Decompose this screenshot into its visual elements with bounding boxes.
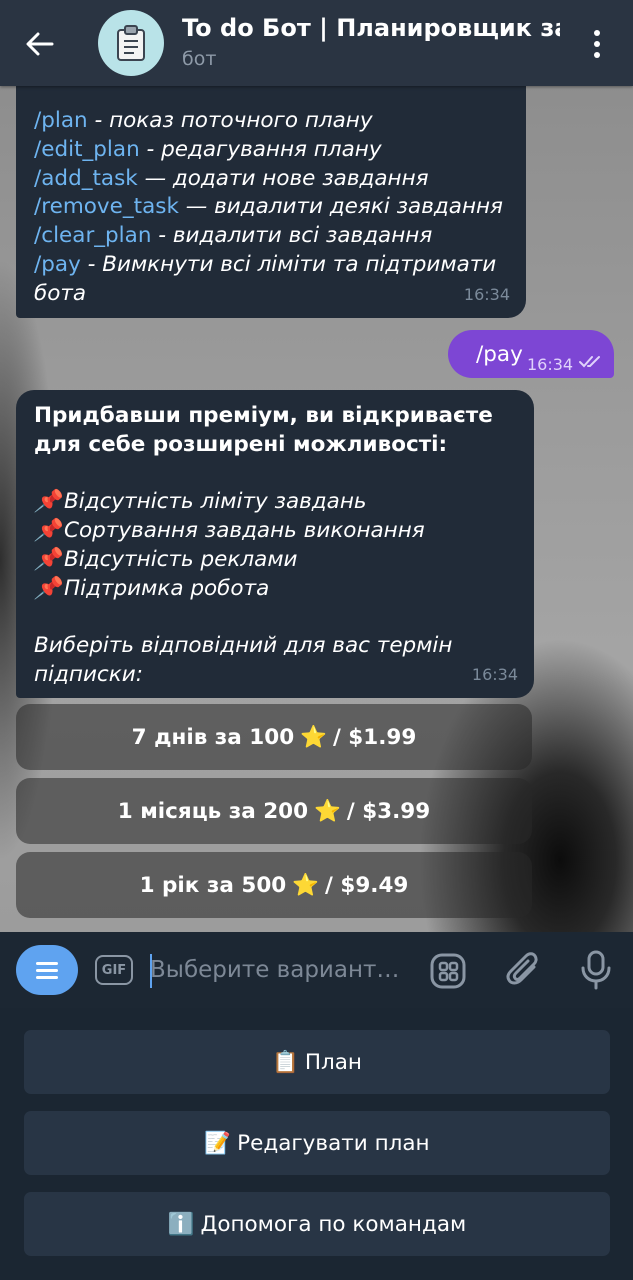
feature-item: 📌 Відсутність реклами <box>34 546 518 575</box>
star-icon: ⭐ <box>292 872 320 898</box>
memo-icon: 📝 <box>204 1130 232 1156</box>
menu-line <box>36 961 58 965</box>
plan-1-year-button[interactable]: 1 рік за 500 ⭐ / $9.49 <box>16 852 532 918</box>
pushpin-icon: 📌 <box>34 489 61 515</box>
menu-line <box>36 975 58 979</box>
dot <box>594 30 600 36</box>
dot <box>594 41 600 47</box>
message-text: /pay <box>476 342 523 367</box>
command-line-continuation: бота <box>34 280 87 306</box>
gif-icon[interactable]: GIF <box>95 955 133 985</box>
pushpin-icon: 📌 <box>34 575 61 601</box>
feature-item: 📌 Сортування завдань виконання <box>34 517 518 546</box>
chat-subtitle: бот <box>182 48 217 70</box>
message-outgoing-pay: /pay 16:34 <box>448 330 614 378</box>
plan-button[interactable]: 📋 План <box>24 1030 610 1094</box>
command-line: /clear_plan - видалити всі завдання <box>34 222 512 251</box>
dot <box>594 52 600 58</box>
microphone-icon[interactable] <box>578 949 614 991</box>
premium-intro: Придбавши преміум, ви відкриваєте для се… <box>34 403 493 457</box>
message-premium: Придбавши преміум, ви відкриваєте для се… <box>16 390 534 698</box>
command-description: - видалити всі завдання <box>151 223 433 249</box>
message-commands: /plan - показ поточного плану /edit_plan… <box>16 60 526 318</box>
pushpin-icon: 📌 <box>34 518 61 544</box>
command-link[interactable]: /clear_plan <box>34 223 151 248</box>
command-link[interactable]: /edit_plan <box>34 137 140 162</box>
attach-icon[interactable] <box>504 949 544 991</box>
command-line: /add_task — додати нове завдання <box>34 165 512 194</box>
star-icon: ⭐ <box>300 724 327 750</box>
reply-keyboard: 📋 План 📝 Редагувати план ℹ️ Допомога по ком… <box>0 1008 633 1280</box>
back-button[interactable] <box>18 22 62 66</box>
clipboard-icon: 📋 <box>272 1049 299 1075</box>
info-icon: ℹ️ <box>167 1211 195 1237</box>
command-link[interactable]: /add_task <box>34 166 138 191</box>
feature-item: 📌 Відсутність ліміту завдань <box>34 488 518 517</box>
message-time: 16:34 <box>527 355 574 374</box>
pushpin-icon: 📌 <box>34 546 61 572</box>
command-line: /plan - показ поточного плану <box>34 107 512 136</box>
command-link[interactable]: /remove_task <box>34 194 179 219</box>
command-description: - редагування плану <box>139 136 382 162</box>
chat-header: To do Бот | Планировщик задач бот <box>0 0 633 86</box>
message-time: 16:34 <box>471 665 518 685</box>
premium-choose: Виберіть відповідний для вас термін підп… <box>34 633 453 688</box>
command-description: - Вимкнути всі ліміти та підтримати <box>80 251 497 277</box>
bot-menu-button[interactable] <box>16 945 78 995</box>
plan-1-month-button[interactable]: 1 місяць за 200 ⭐ / $3.99 <box>16 778 532 844</box>
help-commands-button[interactable]: ℹ️ Допомога по командам <box>24 1192 610 1256</box>
message-time: 16:34 <box>463 285 510 305</box>
avatar[interactable] <box>98 10 164 76</box>
more-options-button[interactable] <box>582 22 612 66</box>
command-line: /remove_task — видалити деякі завдання <box>34 193 512 222</box>
message-input[interactable] <box>150 950 420 990</box>
command-link[interactable]: /pay <box>34 252 81 277</box>
command-description: — додати нове завдання <box>137 165 429 191</box>
back-arrow-icon <box>26 32 54 56</box>
command-line: /edit_plan - редагування плану <box>34 136 512 165</box>
chat-title[interactable]: To do Бот | Планировщик задач <box>182 14 560 42</box>
double-check-icon <box>579 356 600 368</box>
menu-line <box>36 968 58 972</box>
command-description: - показ поточного плану <box>87 108 373 133</box>
edit-plan-button[interactable]: 📝 Редагувати план <box>24 1111 610 1175</box>
command-line: /pay - Вимкнути всі ліміти та підтримати <box>34 251 512 280</box>
command-link[interactable]: /plan <box>34 108 88 133</box>
star-icon: ⭐ <box>314 798 341 824</box>
message-input-bar: GIF <box>0 932 633 1008</box>
chat-area: /plan - показ поточного плану /edit_plan… <box>0 0 633 932</box>
sticker-keyboard-icon[interactable] <box>428 951 468 991</box>
feature-item: 📌 Підтримка робота <box>34 575 518 604</box>
plan-7-days-button[interactable]: 7 днів за 100 ⭐ / $1.99 <box>16 704 532 770</box>
command-description: — видалити деякі завдання <box>178 194 503 220</box>
clipboard-icon <box>117 25 145 61</box>
